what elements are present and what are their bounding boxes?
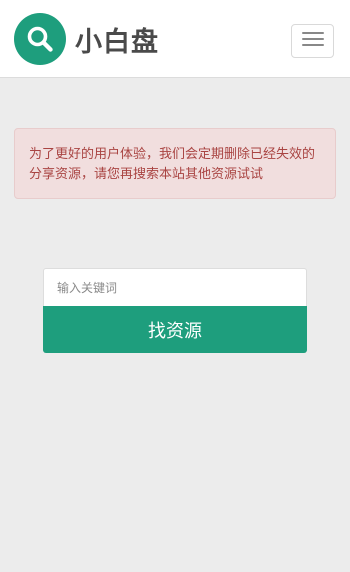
expired-resource-alert: 为了更好的用户体验，我们会定期删除已经失效的分享资源，请您再搜索本站其他资源试试 <box>14 128 336 199</box>
brand-link[interactable]: 小白盘 <box>14 13 159 65</box>
brand-name: 小白盘 <box>75 26 159 58</box>
search-input[interactable] <box>43 268 307 306</box>
find-resource-button[interactable]: 找资源 <box>43 306 307 353</box>
hamburger-menu-icon <box>301 31 324 51</box>
search-form: 找资源 <box>43 268 307 354</box>
top-navbar: 小白盘 <box>0 0 350 78</box>
alert-message: 为了更好的用户体验，我们会定期删除已经失效的分享资源，请您再搜索本站其他资源试试 <box>29 147 316 182</box>
menu-toggle-button[interactable] <box>291 24 334 58</box>
search-icon <box>14 13 66 65</box>
